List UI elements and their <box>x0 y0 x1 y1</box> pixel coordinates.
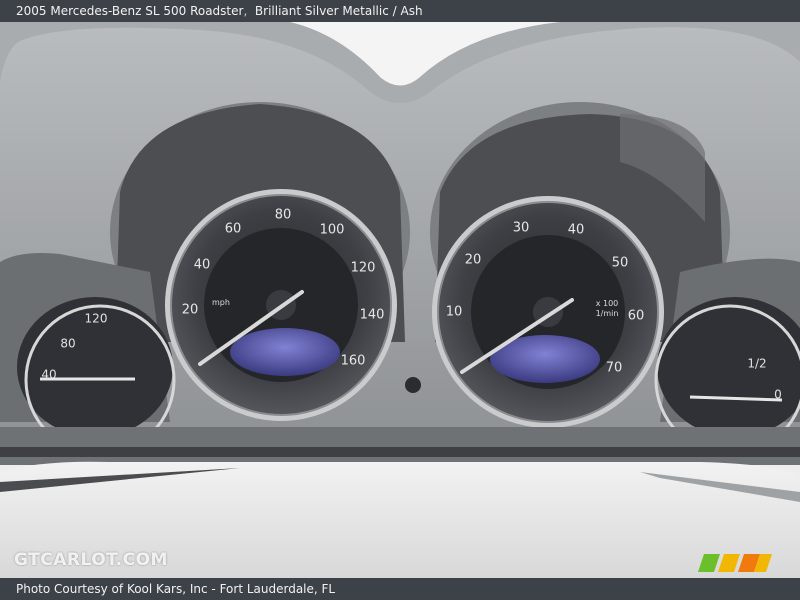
speedometer-number: 40 <box>194 258 211 273</box>
left-gauge-number: 80 <box>60 337 75 351</box>
speedometer-number: 80 <box>275 208 292 223</box>
tachometer-number: 40 <box>568 223 585 238</box>
speedometer-gauge: 20 40 60 80 100 120 140 160 mph <box>165 189 397 421</box>
instrument-cluster-illustration: 40 80 120 1/2 0 20 40 60 80 100 120 140 … <box>0 22 800 578</box>
speedometer-number: 20 <box>182 303 199 318</box>
speedometer-number: 60 <box>225 222 242 237</box>
tachometer-unit-line2: 1/min <box>596 309 619 318</box>
speedometer-number: 160 <box>341 354 366 369</box>
listing-title-bar: 2005 Mercedes-Benz SL 500 Roadster, Bril… <box>0 0 800 22</box>
tachometer-gauge: 10 20 30 40 50 60 70 x 100 1/min <box>432 196 664 428</box>
title-separator: , <box>243 4 248 18</box>
vehicle-color: Brilliant Silver Metallic / Ash <box>254 4 423 18</box>
reset-knob <box>405 377 421 393</box>
photo-credit: Photo Courtesy of Kool Kars, Inc - Fort … <box>16 582 336 596</box>
speedometer-number: 140 <box>360 308 385 323</box>
watermark-text: GTCARLOT.COM <box>14 550 168 570</box>
tachometer-number: 50 <box>612 256 629 271</box>
tachometer-number: 20 <box>465 253 482 268</box>
vehicle-title: 2005 Mercedes-Benz SL 500 Roadster <box>16 4 244 18</box>
photo-credit-bar: Photo Courtesy of Kool Kars, Inc - Fort … <box>0 578 800 600</box>
speedometer-number: 100 <box>320 223 345 238</box>
site-logo <box>698 554 772 572</box>
tachometer-number: 70 <box>606 361 623 376</box>
left-gauge-number: 120 <box>85 312 108 326</box>
tachometer-unit-line1: x 100 <box>596 299 619 308</box>
tachometer-number: 60 <box>628 309 645 324</box>
right-gauge-number: 1/2 <box>747 357 766 371</box>
speedometer-unit: mph <box>212 298 230 307</box>
tachometer-number: 30 <box>513 221 530 236</box>
tachometer-number: 10 <box>446 305 463 320</box>
dashboard-photo: 40 80 120 1/2 0 20 40 60 80 100 120 140 … <box>0 22 800 578</box>
speedometer-number: 120 <box>351 261 376 276</box>
